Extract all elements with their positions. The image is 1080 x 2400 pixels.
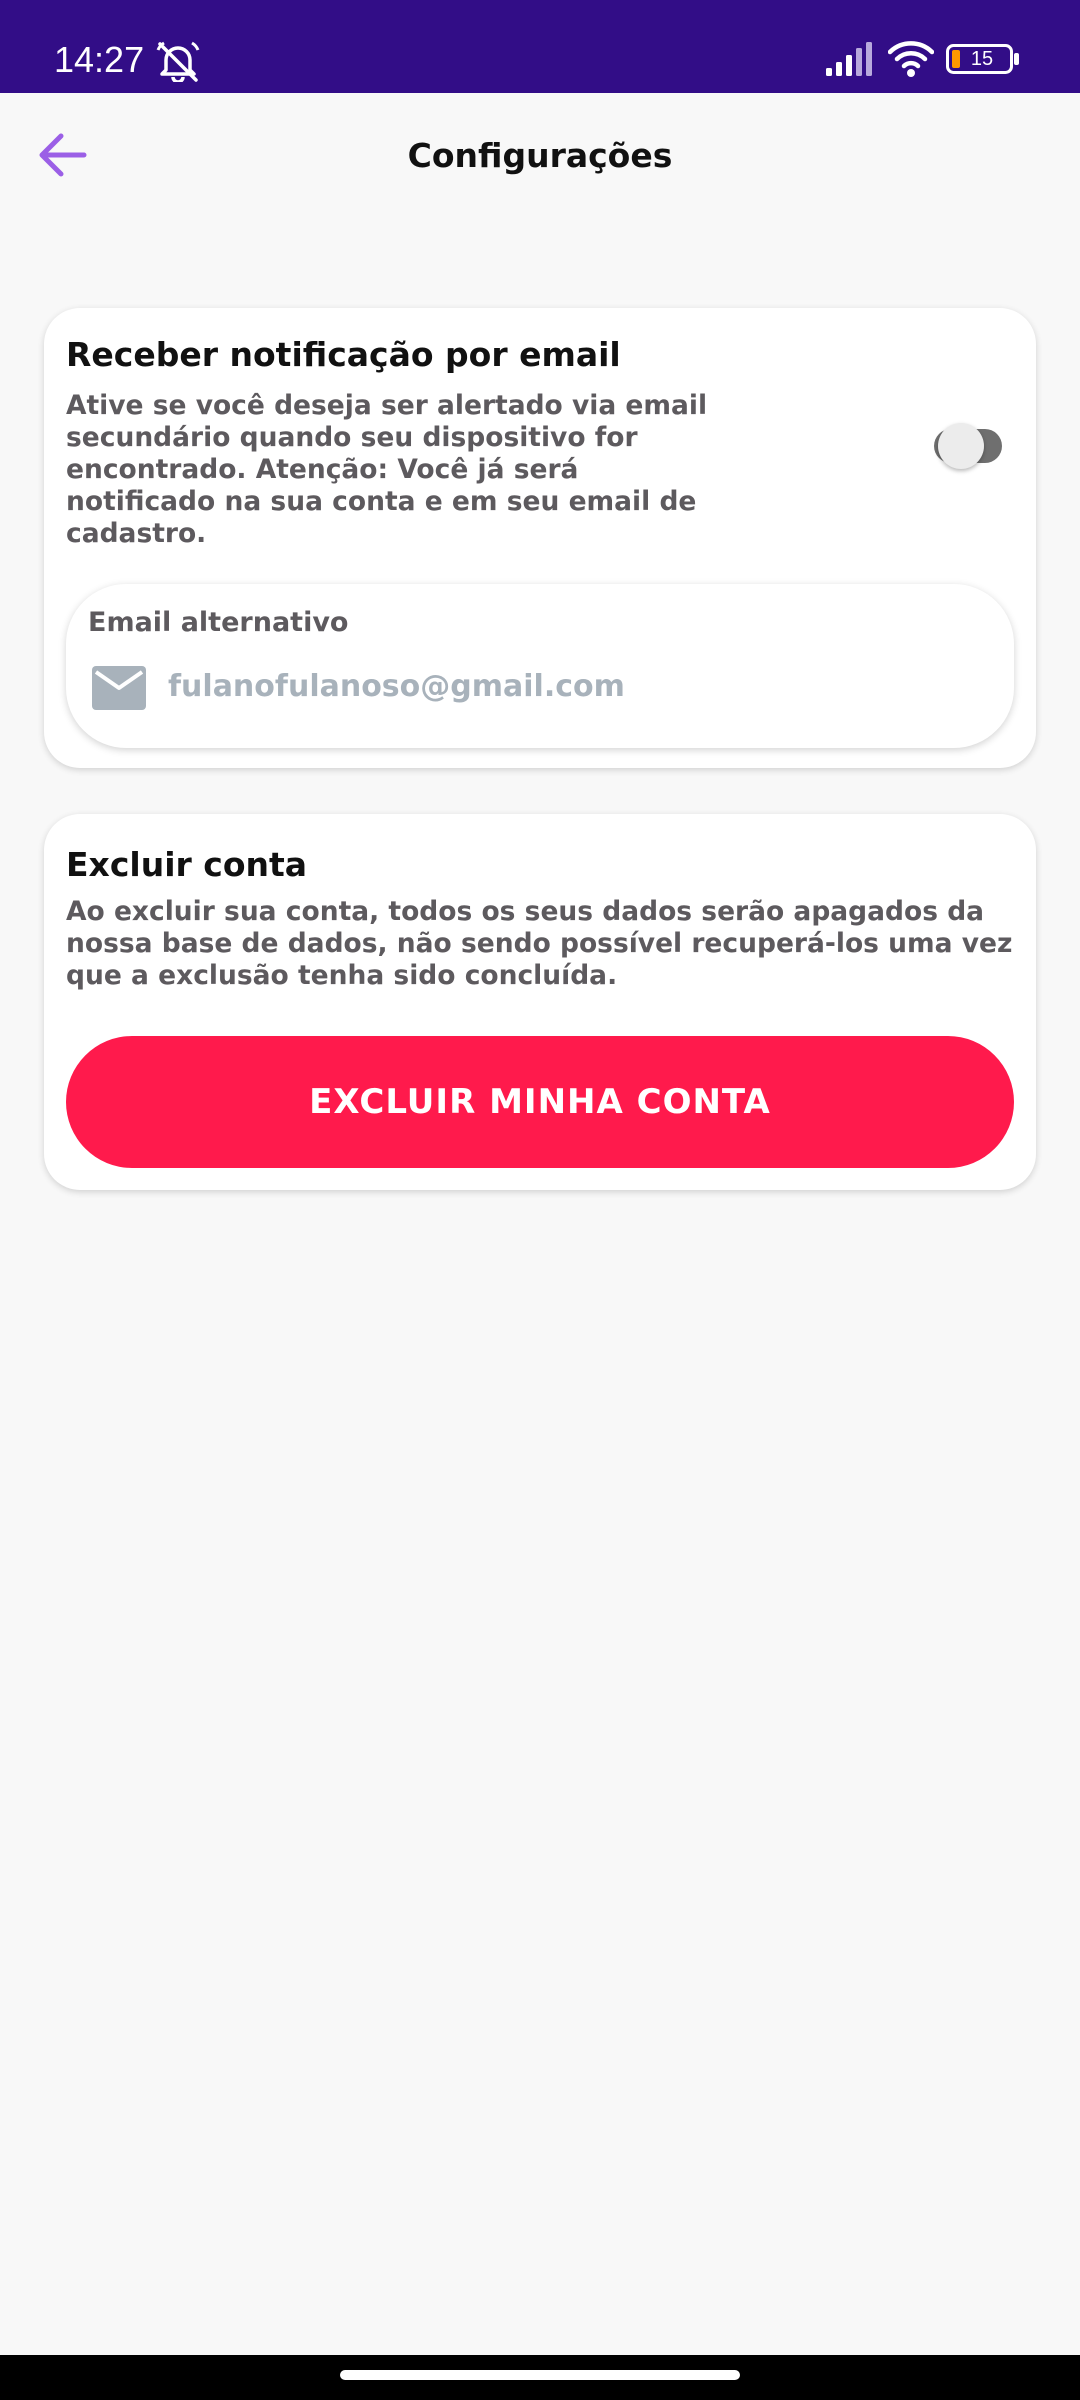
notification-title: Receber notificação por email [66, 335, 621, 374]
email-field-label: Email alternativo [88, 607, 349, 638]
delete-account-card: Excluir conta Ao excluir sua conta, todo… [44, 814, 1036, 1190]
status-bar: 14:27 15 [0, 0, 1080, 93]
alternative-email-input[interactable] [168, 664, 968, 710]
bell-off-icon [156, 41, 200, 82]
signal-icon [826, 42, 872, 76]
toggle-thumb [938, 423, 984, 469]
navigation-bar [0, 2355, 1080, 2400]
email-notification-card: Receber notificação por email Ative se v… [44, 308, 1036, 768]
email-notification-toggle[interactable] [896, 412, 1026, 476]
home-indicator[interactable] [340, 2370, 740, 2380]
alternative-email-field[interactable]: Email alternativo [66, 584, 1014, 748]
delete-account-button[interactable]: EXCLUIR MINHA CONTA [66, 1036, 1014, 1168]
status-time: 14:27 [54, 39, 145, 80]
delete-account-title: Excluir conta [66, 845, 308, 884]
notification-description: Ative se você deseja ser alertado via em… [66, 390, 708, 549]
mail-icon [92, 666, 146, 710]
battery-icon: 15 [946, 44, 1020, 74]
wifi-icon [888, 41, 934, 77]
delete-account-description: Ao excluir sua conta, todos os seus dado… [66, 896, 1013, 991]
page-title: Configurações [407, 136, 673, 175]
battery-level: 15 [970, 48, 994, 70]
